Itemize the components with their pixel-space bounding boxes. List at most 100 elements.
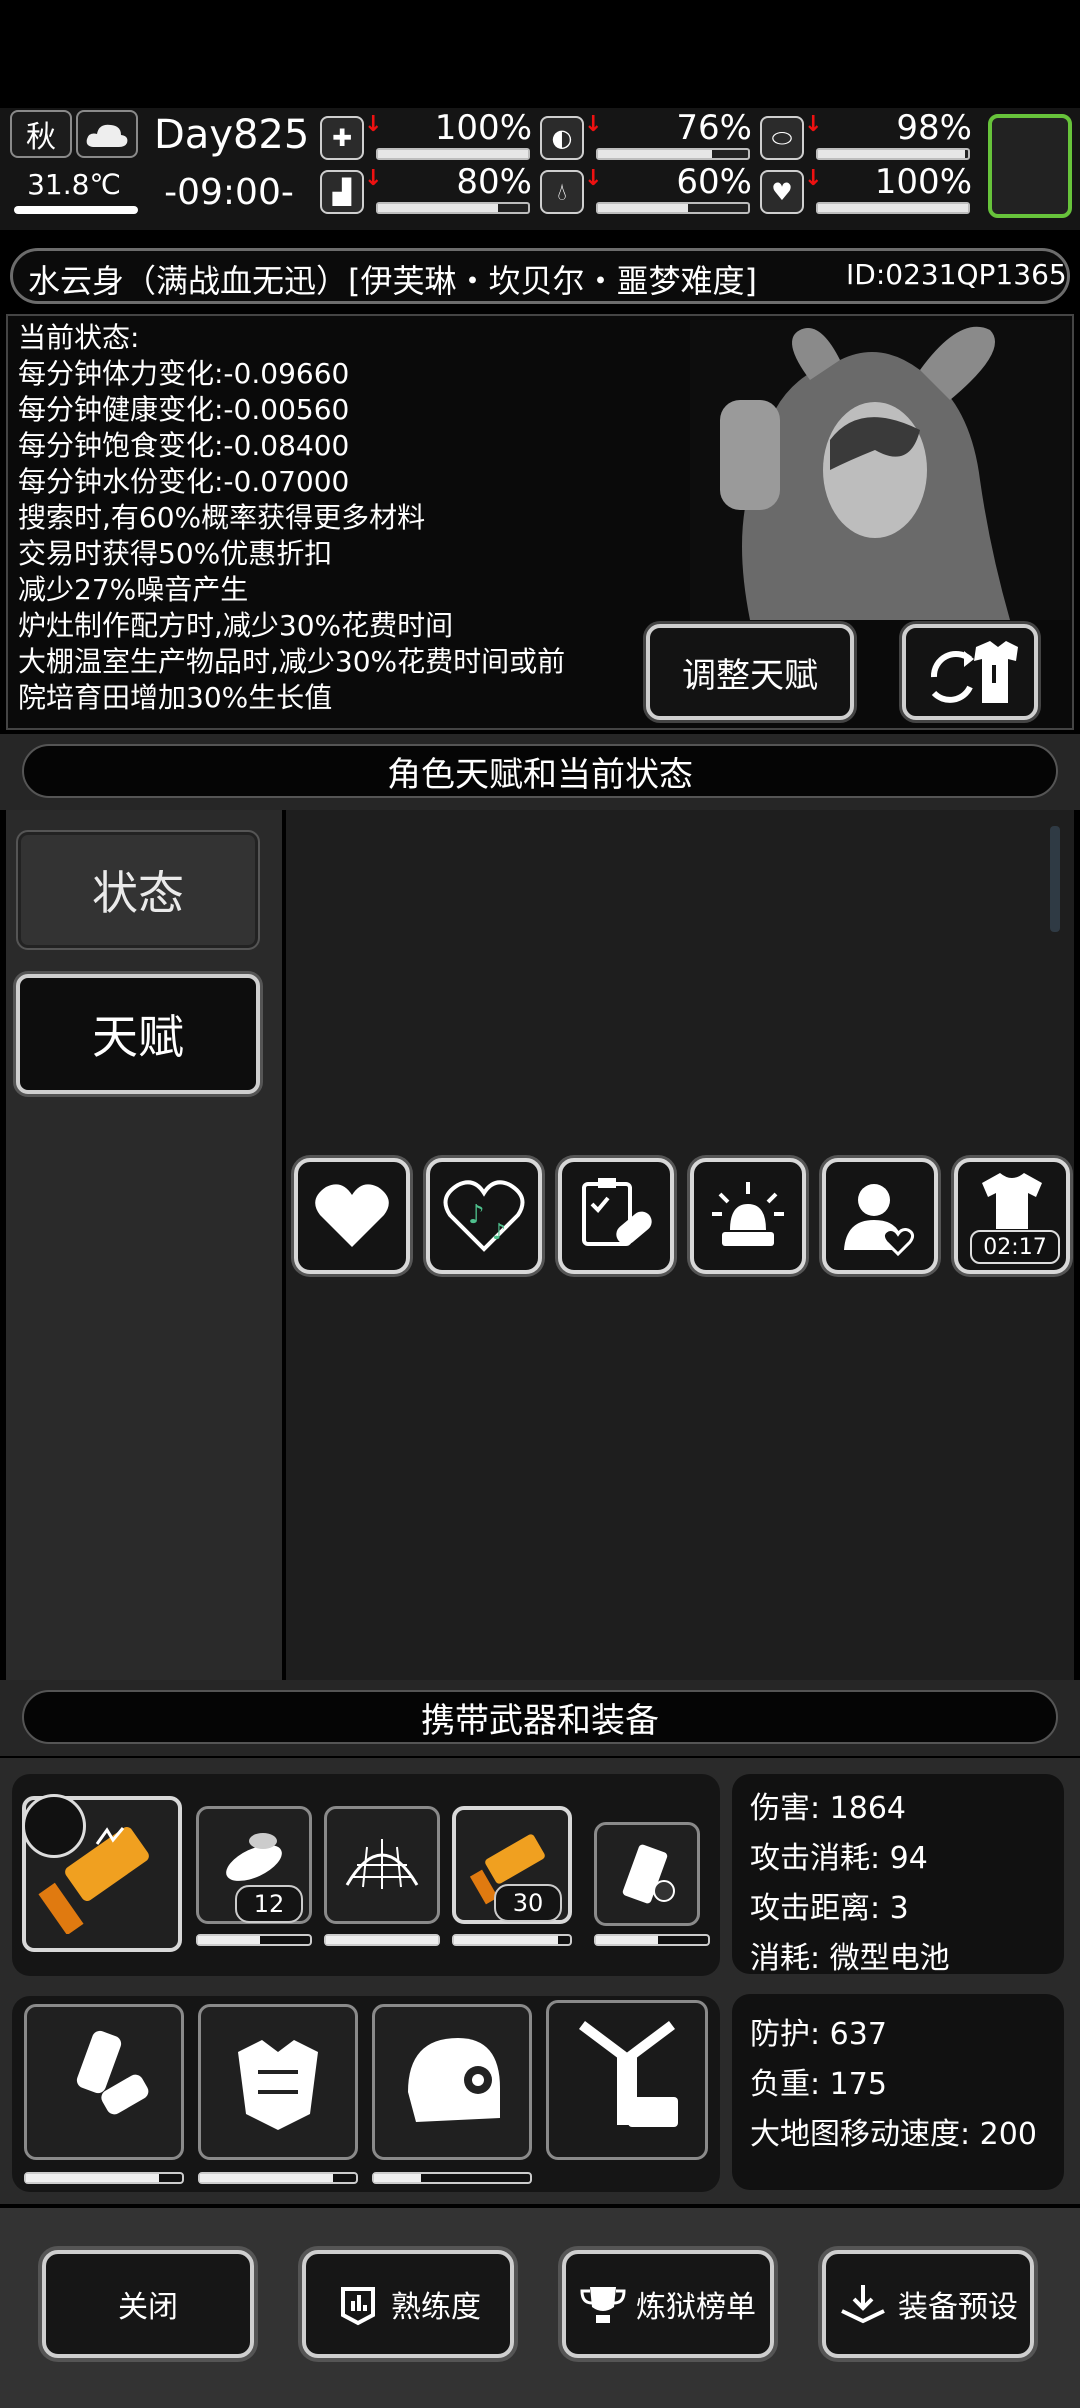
decrease-arrow-icon: ↓	[804, 166, 823, 191]
quick-slot-button[interactable]	[988, 114, 1072, 218]
durability-bar	[324, 1934, 440, 1946]
weapon-slot-net[interactable]	[324, 1806, 440, 1924]
armor-slot-head[interactable]	[372, 2004, 532, 2160]
net-trap-icon	[345, 1839, 419, 1889]
boot-icon: ▟	[320, 170, 364, 214]
system-status-bar	[0, 0, 1080, 108]
decrease-arrow-icon: ↓	[364, 112, 383, 137]
tab-talent[interactable]: 天赋	[16, 974, 260, 1094]
equipment-section-title: 携带武器和装备	[22, 1690, 1058, 1744]
medicine-bar	[816, 148, 970, 160]
temperature-gauge	[14, 206, 138, 214]
talent-heart[interactable]	[294, 1158, 410, 1274]
thirst-stat: 💧︎ ↓ 60%	[540, 162, 752, 218]
weapon-slot-battery[interactable]	[594, 1822, 700, 1926]
armor-stats-panel: 防护: 637 负重: 175 大地图移动速度: 200	[732, 1994, 1064, 2190]
game-clock: -09:00-	[164, 172, 294, 213]
status-line: 大棚温室生产物品时,减少30%花费时间或前	[18, 645, 566, 678]
weapon-ammo: 消耗: 微型电池	[750, 1941, 950, 1976]
season-indicator: 秋	[10, 110, 72, 158]
hunger-value: 76%	[676, 108, 752, 148]
durability-bar	[594, 1934, 710, 1946]
decrease-arrow-icon: ↓	[584, 112, 603, 137]
medkit-icon: ✚	[320, 116, 364, 160]
status-line: 交易时获得50%优惠折扣	[18, 537, 333, 570]
proficiency-label: 熟练度	[391, 2290, 481, 2325]
talent-section-title: 角色天赋和当前状态	[22, 744, 1058, 798]
talent-outfit-timer[interactable]: 02:17	[954, 1158, 1070, 1274]
status-text: 当前状态: 每分钟体力变化:-0.09660 每分钟健康变化:-0.00560 …	[18, 320, 565, 716]
decrease-arrow-icon: ↓	[804, 112, 823, 137]
svg-text:♪: ♪	[468, 1200, 485, 1230]
change-outfit-button[interactable]	[902, 624, 1038, 720]
body-armor-icon	[238, 2040, 318, 2130]
scrollbar[interactable]	[1050, 826, 1060, 932]
person-heart-icon	[844, 1184, 915, 1257]
svg-text:♪: ♪	[492, 1220, 506, 1245]
shirt-icon	[982, 1173, 1042, 1229]
helmet-icon	[408, 2038, 500, 2122]
decrease-arrow-icon: ↓	[584, 166, 603, 191]
close-label: 关闭	[118, 2290, 178, 2325]
character-portrait	[690, 320, 1070, 620]
harness-icon	[579, 2021, 678, 2127]
day-counter: Day825	[154, 112, 310, 158]
proficiency-button[interactable]: 熟练度	[302, 2250, 514, 2358]
medicine-stat: ⬭ ↓ 98%	[760, 108, 972, 164]
mood-bar	[816, 202, 970, 214]
adjust-talent-button[interactable]: 调整天赋	[646, 624, 854, 720]
trophy-icon	[580, 2287, 626, 2323]
equipment-preset-button[interactable]: 装备预设	[822, 2250, 1034, 2358]
mood-value: 100%	[874, 162, 972, 202]
armor-slot-accessory[interactable]	[546, 2000, 708, 2160]
thirst-value: 60%	[676, 162, 752, 202]
main-weapon-slot[interactable]	[22, 1794, 182, 1952]
durability-bar	[196, 1934, 312, 1946]
health-bar	[376, 148, 530, 160]
adjust-talent-label: 调整天赋	[682, 655, 818, 696]
weapon-slot-secondary[interactable]: 30	[452, 1806, 572, 1924]
armor-weight: 负重: 175	[750, 2067, 887, 2102]
status-line: 每分钟健康变化:-0.00560	[18, 393, 350, 426]
stomach-icon: ◐	[540, 116, 584, 160]
talent-music-heart[interactable]: ♪ ♪	[426, 1158, 542, 1274]
status-line: 每分钟饱食变化:-0.08400	[18, 429, 350, 462]
battery-icon	[622, 1844, 675, 1904]
item-count: 30	[494, 1884, 562, 1922]
character-name: 水云身（满战血无迅）[伊芙琳・坎贝尔・噩梦难度]	[28, 262, 757, 300]
talent-medical-checklist[interactable]	[558, 1158, 674, 1274]
outfit-swap-icon	[930, 641, 1018, 703]
status-line: 每分钟水份变化:-0.07000	[18, 465, 350, 498]
ranking-button[interactable]: 炼狱榜单	[562, 2250, 774, 2358]
map-move-speed: 大地图移动速度: 200	[750, 2117, 1037, 2152]
thirst-bar	[596, 202, 750, 214]
armor-slot-body[interactable]	[198, 2004, 358, 2160]
heart-icon	[315, 1184, 389, 1247]
cloudy-weather-icon	[76, 110, 138, 158]
stamina-stat: ▟ ↓ 80%	[320, 162, 532, 218]
talent-person-health[interactable]	[822, 1158, 938, 1274]
tab-state[interactable]: 状态	[16, 830, 260, 950]
decrease-arrow-icon: ↓	[364, 166, 383, 191]
talent-alarm[interactable]	[690, 1158, 806, 1274]
player-id: ID:0231QP1365	[846, 258, 1067, 291]
mood-stat: ♥ ↓ 100%	[760, 162, 972, 218]
music-heart-icon: ♪♪	[443, 1180, 525, 1252]
durability-bar	[198, 2172, 358, 2184]
close-button[interactable]: 关闭	[42, 2250, 254, 2358]
proficiency-icon	[341, 2287, 375, 2326]
weapon-damage: 伤害: 1864	[750, 1791, 906, 1826]
armor-protection: 防护: 637	[750, 2017, 887, 2052]
preset-icon	[841, 2285, 885, 2324]
ranking-label: 炼狱榜单	[636, 2290, 756, 2325]
durability-bar	[452, 1934, 572, 1946]
durability-bar	[24, 2172, 184, 2184]
armor-slot-arms[interactable]	[24, 2004, 184, 2160]
weapon-slot-melee[interactable]: 12	[196, 1806, 312, 1924]
weapon-stats-panel: 伤害: 1864 攻击消耗: 94 攻击距离: 3 消耗: 微型电池	[732, 1774, 1064, 1976]
ammo-type-icon	[22, 1794, 86, 1858]
medicine-value: 98%	[896, 108, 972, 148]
status-title: 当前状态:	[18, 321, 140, 354]
temperature-readout: 31.8℃	[27, 168, 121, 201]
water-drop-icon: 💧︎	[540, 170, 584, 214]
